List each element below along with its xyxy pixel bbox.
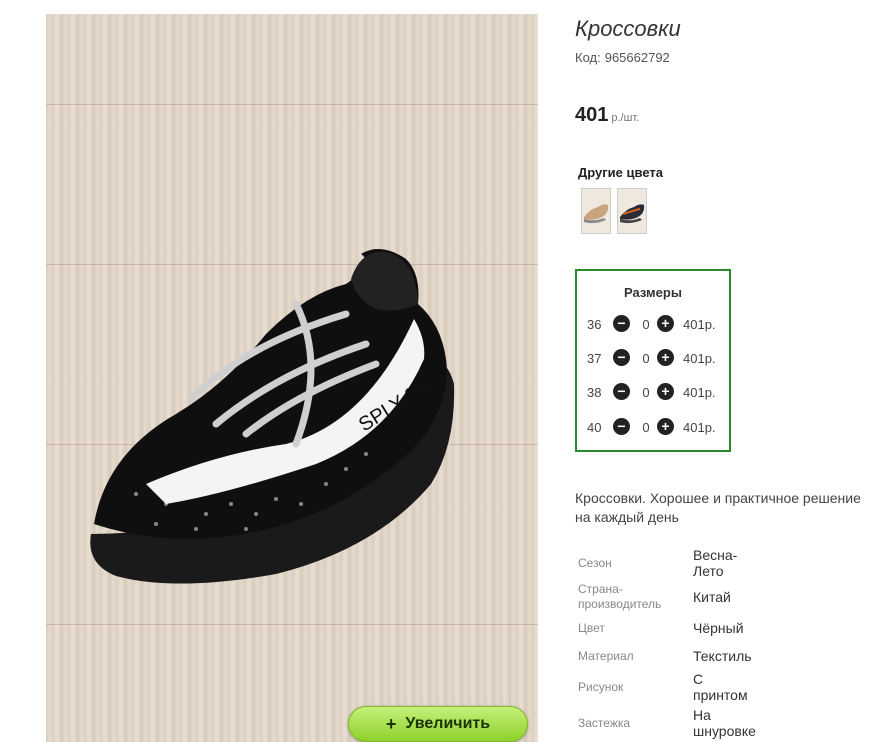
zoom-button-label: Увеличить (405, 715, 491, 732)
property-value: Китай (693, 589, 731, 605)
size-price: 401р. (683, 317, 716, 332)
size-price: 401р. (683, 351, 716, 366)
price-value: 401 (575, 104, 609, 126)
size-label: 36 (587, 317, 602, 332)
plus-icon[interactable]: + (657, 383, 674, 400)
size-price: 401р. (683, 385, 716, 400)
property-value: Текстиль (693, 648, 752, 664)
price-unit: р./шт. (611, 112, 640, 124)
size-price: 401р. (683, 420, 716, 435)
product-code: Код: 965662792 (575, 50, 670, 65)
property-value: На шнуровке (693, 707, 756, 739)
product-code-value: 965662792 (604, 50, 670, 65)
plus-icon[interactable]: + (657, 418, 674, 435)
dark-sneaker-thumbnail (618, 189, 646, 233)
zoom-button[interactable]: + Увеличить (348, 706, 528, 742)
sneaker-image: SPLY-350 (90, 249, 455, 584)
property-key: Материал (578, 649, 634, 663)
plus-icon[interactable]: + (657, 349, 674, 366)
color-swatch-dark[interactable] (617, 188, 647, 234)
sizes-heading: Размеры (624, 285, 682, 300)
quantity-value: 0 (642, 385, 650, 400)
property-value: Чёрный (693, 620, 744, 636)
minus-icon[interactable]: − (613, 383, 630, 400)
other-colors-heading: Другие цвета (578, 165, 663, 180)
property-key: Застежка (578, 716, 631, 730)
property-key: Страна-производитель (578, 582, 662, 611)
property-key: Рисунок (578, 680, 624, 694)
minus-icon[interactable]: − (613, 315, 630, 332)
minus-icon[interactable]: − (613, 418, 630, 435)
quantity-value: 0 (642, 317, 650, 332)
quantity-value: 0 (642, 351, 650, 366)
plus-icon: + (385, 713, 397, 734)
product-price: 401 р./шт. (575, 104, 639, 127)
beige-sneaker-thumbnail (582, 189, 610, 233)
sizes-box: Размеры 36 − 0 + 401р. 37 − 0 + 401р. 38… (575, 269, 731, 452)
product-code-label: Код: (575, 50, 601, 65)
property-value: Весна-Лето (693, 547, 738, 579)
quantity-value: 0 (642, 420, 650, 435)
property-key: Сезон (578, 556, 612, 570)
size-label: 37 (587, 351, 602, 366)
product-description: Кроссовки. Хорошее и практичное решение … (575, 490, 861, 525)
property-value: С принтом (693, 671, 748, 703)
color-swatch-beige[interactable] (581, 188, 611, 234)
product-photo[interactable]: SPLY-350 + Увеличить (46, 14, 538, 742)
size-label: 38 (587, 385, 602, 400)
size-label: 40 (587, 420, 602, 435)
plus-icon[interactable]: + (657, 315, 674, 332)
product-title: Кроссовки (575, 16, 681, 41)
property-key: Цвет (578, 621, 605, 635)
minus-icon[interactable]: − (613, 349, 630, 366)
